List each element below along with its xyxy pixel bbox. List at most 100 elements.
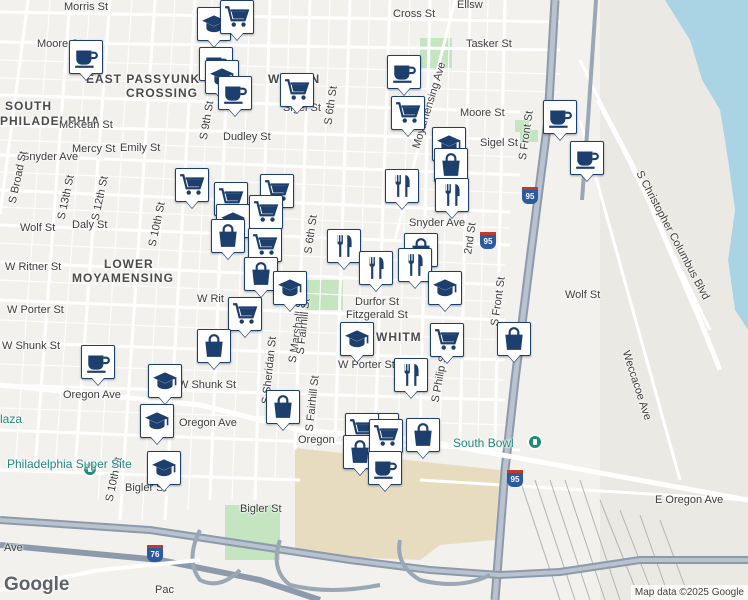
- shopping-bag-marker[interactable]: [197, 329, 231, 363]
- shopping-cart-icon: [179, 172, 205, 198]
- street-label: Morris St: [64, 1, 108, 13]
- school-icon: [432, 275, 458, 301]
- shopping-cart-icon: [253, 199, 279, 225]
- restaurant-marker[interactable]: [359, 251, 393, 285]
- map-attribution[interactable]: Map data ©2025 Google: [630, 585, 748, 600]
- shopping-cart-marker[interactable]: [391, 96, 425, 130]
- restaurant-icon: [398, 362, 424, 388]
- cafe-marker[interactable]: [368, 451, 402, 485]
- area-label: SOUTH: [5, 99, 52, 113]
- interstate-shield-icon: 76: [147, 545, 163, 562]
- shopping-bag-icon: [410, 422, 436, 448]
- street-label: Tasker St: [466, 38, 512, 50]
- interstate-shield-icon: 95: [522, 187, 538, 204]
- shopping-cart-icon: [232, 301, 258, 327]
- shopping-bag-icon: [270, 394, 296, 420]
- poi-label[interactable]: South Bowl: [453, 437, 514, 449]
- google-logo: Google: [4, 574, 70, 595]
- street-label: Oregon: [298, 434, 335, 446]
- school-marker[interactable]: [140, 404, 174, 438]
- cafe-marker[interactable]: [543, 100, 577, 134]
- shopping-cart-icon: [252, 232, 278, 258]
- school-icon: [144, 408, 170, 434]
- street-label: Moore St: [460, 107, 505, 119]
- cafe-icon: [372, 455, 398, 481]
- cafe-marker[interactable]: [69, 40, 103, 74]
- school-icon: [151, 455, 177, 481]
- shopping-cart-icon: [434, 327, 460, 353]
- shopping-bag-marker[interactable]: [266, 390, 300, 424]
- cafe-icon: [547, 104, 573, 130]
- shopping-cart-marker[interactable]: [220, 0, 254, 34]
- street-label: McKean St: [59, 119, 113, 131]
- cafe-marker[interactable]: [570, 141, 604, 175]
- school-marker[interactable]: [340, 322, 374, 356]
- shopping-cart-marker[interactable]: [175, 168, 209, 202]
- school-marker[interactable]: [148, 364, 182, 398]
- street-label: Bigler St: [240, 503, 282, 515]
- street-label: Dudley St: [223, 131, 271, 143]
- street-label: W Shunk St: [2, 340, 61, 352]
- shopping-bag-marker[interactable]: [434, 148, 468, 182]
- restaurant-icon: [389, 173, 415, 199]
- interstate-shield-icon: 95: [507, 470, 523, 487]
- shopping-bag-marker[interactable]: [211, 219, 245, 253]
- school-marker[interactable]: [147, 451, 181, 485]
- shield-number: 95: [483, 237, 493, 246]
- restaurant-icon: [363, 255, 389, 281]
- street-label: Wolf St: [20, 222, 56, 234]
- shopping-bag-icon: [215, 223, 241, 249]
- shopping-cart-marker[interactable]: [228, 297, 262, 331]
- shopping-cart-icon: [224, 4, 250, 30]
- school-icon: [152, 368, 178, 394]
- cafe-marker[interactable]: [387, 55, 421, 89]
- restaurant-marker[interactable]: [398, 248, 432, 282]
- school-icon: [277, 275, 303, 301]
- shopping-cart-marker[interactable]: [280, 73, 314, 107]
- bowling-alley-icon[interactable]: [527, 434, 543, 450]
- street-label: Snyder Ave: [22, 151, 79, 163]
- street-label: Daly St: [72, 219, 108, 231]
- area-label: WHITM: [376, 330, 422, 344]
- school-marker[interactable]: [428, 271, 462, 305]
- cafe-marker[interactable]: [81, 345, 115, 379]
- restaurant-icon: [439, 182, 465, 208]
- street-label: Ave: [4, 542, 23, 554]
- map-view[interactable]: EAST PASSYUNK CROSSING WILTON SOUTH PHIL…: [0, 0, 748, 600]
- restaurant-marker[interactable]: [385, 169, 419, 203]
- shield-number: 76: [150, 550, 160, 559]
- street-label: W Porter St: [7, 304, 64, 316]
- area-label: CROSSING: [126, 86, 199, 100]
- street-label: Ellsw: [457, 0, 483, 11]
- street-label: Oregon Ave: [179, 417, 237, 429]
- shield-number: 95: [525, 192, 535, 201]
- shopping-cart-marker[interactable]: [369, 419, 403, 453]
- shopping-cart-icon: [395, 100, 421, 126]
- cafe-icon: [85, 349, 111, 375]
- poi-label[interactable]: laza: [0, 413, 22, 425]
- cafe-icon: [574, 145, 600, 171]
- street-label: W Rit: [197, 293, 224, 305]
- shopping-bag-marker[interactable]: [497, 322, 531, 356]
- area-label: EAST PASSYUNK: [86, 72, 201, 86]
- shopping-bag-icon: [501, 326, 527, 352]
- restaurant-marker[interactable]: [327, 229, 361, 263]
- shopping-bag-marker[interactable]: [406, 418, 440, 452]
- restaurant-marker[interactable]: [394, 358, 428, 392]
- school-marker[interactable]: [273, 271, 307, 305]
- shopping-bag-icon: [248, 261, 274, 287]
- street-label: W Ritner St: [5, 261, 62, 273]
- shopping-cart-marker[interactable]: [249, 195, 283, 229]
- poi-label[interactable]: Philadelphia Super Site: [7, 458, 132, 470]
- restaurant-marker[interactable]: [435, 178, 469, 212]
- shopping-cart-icon: [373, 423, 399, 449]
- area-label: MOYAMENSING: [72, 271, 174, 285]
- cafe-marker[interactable]: [218, 76, 252, 110]
- shopping-cart-marker[interactable]: [430, 323, 464, 357]
- street-label: Fitzgerald St: [346, 309, 408, 321]
- shopping-bag-icon: [201, 333, 227, 359]
- restaurant-icon: [331, 233, 357, 259]
- street-label: Durfor St: [355, 296, 400, 308]
- street-label: Snyder Ave: [409, 217, 466, 229]
- shopping-bag-icon: [438, 152, 464, 178]
